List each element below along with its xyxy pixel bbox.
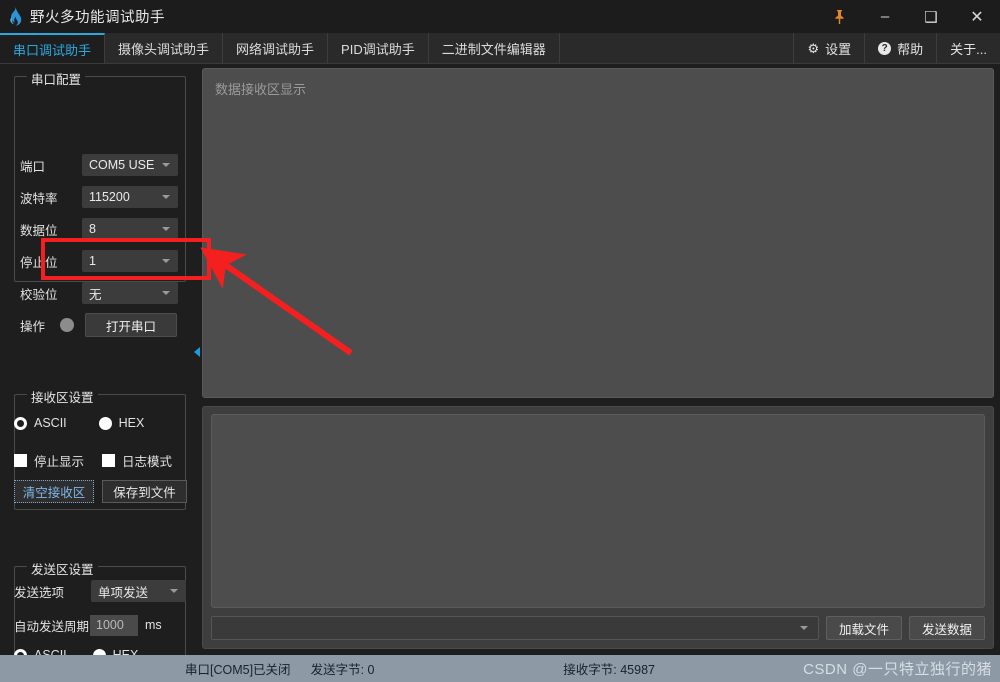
send-option-select[interactable]: 单项发送 (91, 580, 186, 602)
csdn-watermark: CSDN @一只特立独行的猪 (803, 661, 992, 678)
connection-status-indicator (60, 318, 74, 332)
help-icon: ? (878, 41, 892, 55)
send-settings-title: 发送区设置 (27, 559, 98, 578)
chevron-down-icon (162, 163, 170, 167)
tab-serial-assistant[interactable]: 串口调试助手 (0, 33, 106, 63)
title-bar: 野火多功能调试助手 – ❑ ✕ (0, 0, 1000, 33)
sidebar: 串口配置 端口 COM5 USE 波特率 115200 数据位 8 停止位 1 … (0, 64, 194, 682)
tabbar-spacer (559, 33, 794, 63)
receive-buttons-row: 清空接收区 保存到文件 (14, 480, 187, 503)
port-label: 端口 (20, 159, 46, 174)
chevron-down-icon (162, 259, 170, 263)
auto-send-period-input[interactable]: 1000 (90, 614, 139, 636)
chevron-down-icon (162, 195, 170, 199)
parity-value: 无 (89, 287, 102, 302)
chevron-down-icon (162, 227, 170, 231)
tab-binary-editor[interactable]: 二进制文件编辑器 (428, 33, 560, 63)
clear-receive-button[interactable]: 清空接收区 (14, 480, 94, 503)
baud-label: 波特率 (20, 191, 58, 206)
stopbits-select[interactable]: 1 (82, 250, 178, 272)
load-file-button[interactable]: 加载文件 (825, 616, 902, 640)
parity-row: 校验位 无 (20, 281, 182, 305)
main-body: 串口配置 端口 COM5 USE 波特率 115200 数据位 8 停止位 1 … (0, 64, 1000, 682)
receive-options-row: 停止显示 日志模式 (14, 451, 172, 470)
operation-label: 操作 (20, 319, 46, 334)
status-bar: 串口[COM5]已关闭 发送字节: 0 接收字节: 45987 CSDN @一只… (0, 655, 1000, 682)
flame-icon (0, 7, 30, 26)
baud-value: 115200 (89, 190, 130, 204)
send-controls-bar: 加载文件 发送数据 (211, 615, 985, 641)
auto-send-period-unit: ms (145, 618, 162, 632)
chevron-down-icon (162, 291, 170, 295)
log-mode-label: 日志模式 (122, 455, 173, 469)
send-panel: 加载文件 发送数据 (202, 406, 994, 649)
open-serial-port-button[interactable]: 打开串口 (85, 313, 177, 337)
data-send-textarea[interactable] (211, 414, 985, 608)
databits-select[interactable]: 8 (82, 218, 178, 240)
stopbits-row: 停止位 1 (20, 249, 182, 273)
receive-hex-label: HEX (118, 416, 145, 430)
receive-settings-title: 接收区设置 (27, 387, 98, 406)
port-value: COM5 USE (89, 158, 155, 172)
help-label: 帮助 (897, 41, 924, 57)
application-window: 野火多功能调试助手 – ❑ ✕ 串口调试助手 摄像头调试助手 网络调试助手 PI… (0, 0, 1000, 682)
auto-send-period-row: 自动发送周期 1000 ms (14, 613, 194, 637)
parity-label: 校验位 (20, 287, 58, 302)
help-button[interactable]: ? 帮助 (864, 33, 937, 63)
chevron-down-icon (799, 626, 808, 630)
baud-select[interactable]: 115200 (82, 186, 178, 208)
port-row: 端口 COM5 USE (20, 153, 182, 177)
databits-value: 8 (89, 222, 96, 236)
data-receive-area[interactable]: 数据接收区显示 (202, 68, 994, 398)
collapse-left-arrow-icon[interactable] (194, 347, 200, 357)
operation-row: 操作 打开串口 (20, 313, 188, 337)
send-option-value: 单项发送 (98, 585, 149, 600)
send-option-row: 发送选项 单项发送 (14, 579, 186, 603)
settings-label: 设置 (825, 41, 852, 57)
maximize-button[interactable]: ❑ (908, 0, 954, 33)
tab-pid-assistant[interactable]: PID调试助手 (328, 33, 429, 63)
right-panel: 数据接收区显示 加载文件 发送数据 (202, 64, 1000, 655)
sent-bytes-text: 发送字节: 0 (310, 663, 375, 677)
app-title: 野火多功能调试助手 (30, 10, 165, 26)
receive-format-row: ASCII HEX (14, 416, 144, 430)
settings-button[interactable]: ⚙ 设置 (793, 33, 865, 63)
parity-select[interactable]: 无 (82, 282, 178, 304)
save-to-file-button[interactable]: 保存到文件 (102, 480, 187, 503)
status-left-group: 串口[COM5]已关闭 发送字节: 0 (185, 659, 374, 678)
gear-icon: ⚙ (807, 40, 820, 56)
about-button[interactable]: 关于... (936, 33, 1000, 63)
stopbits-label: 停止位 (20, 255, 58, 270)
send-option-label: 发送选项 (14, 585, 65, 600)
auto-send-period-label: 自动发送周期 (14, 619, 90, 634)
send-history-combo[interactable] (211, 616, 819, 640)
stop-display-checkbox[interactable] (14, 454, 27, 467)
receive-placeholder: 数据接收区显示 (215, 82, 307, 97)
log-mode-checkbox[interactable] (102, 454, 116, 467)
chevron-down-icon (170, 589, 178, 593)
send-data-button[interactable]: 发送数据 (908, 616, 985, 640)
panel-splitter[interactable] (192, 64, 202, 655)
receive-ascii-label: ASCII (34, 416, 67, 430)
receive-hex-radio[interactable] (98, 416, 112, 430)
tab-bar: 串口调试助手 摄像头调试助手 网络调试助手 PID调试助手 二进制文件编辑器 ⚙… (0, 33, 1000, 64)
tab-network-assistant[interactable]: 网络调试助手 (223, 33, 329, 63)
databits-row: 数据位 8 (20, 217, 182, 241)
port-select[interactable]: COM5 USE (82, 154, 178, 176)
serial-config-title: 串口配置 (27, 69, 86, 88)
baud-row: 波特率 115200 (20, 185, 182, 209)
receive-ascii-radio[interactable] (14, 416, 27, 430)
pin-icon[interactable] (816, 0, 862, 33)
port-status-text: 串口[COM5]已关闭 (185, 663, 291, 677)
minimize-button[interactable]: – (862, 0, 908, 33)
databits-label: 数据位 (20, 223, 58, 238)
stop-display-label: 停止显示 (34, 455, 85, 469)
tab-camera-assistant[interactable]: 摄像头调试助手 (105, 33, 224, 63)
received-bytes-text: 接收字节: 45987 (563, 663, 655, 677)
close-button[interactable]: ✕ (954, 0, 1000, 33)
stopbits-value: 1 (89, 254, 96, 268)
